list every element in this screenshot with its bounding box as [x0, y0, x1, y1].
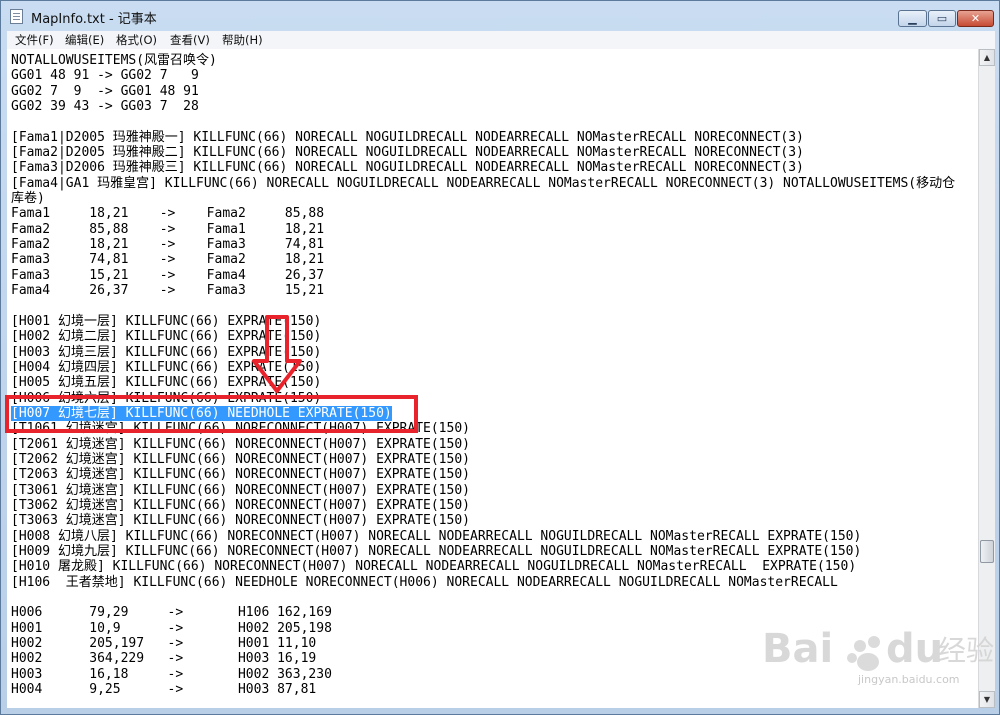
line-text: [T2061 幻境迷宫] KILLFUNC(66) NORECONNECT(H0…: [11, 436, 470, 452]
text-line: Fama3 15,21 -> Fama4 26,37: [11, 268, 955, 283]
maximize-button[interactable]: ▭: [928, 10, 956, 27]
text-line: Fama2 18,21 -> Fama3 74,81: [11, 237, 955, 252]
text-line: [T3062 幻境迷宫] KILLFUNC(66) NORECONNECT(H0…: [11, 498, 955, 513]
text-editor-area[interactable]: NOTALLOWUSEITEMS(风雷召唤令) GG01 48 91 -> GG0…: [7, 49, 978, 708]
text-line: [Fama2|D2005 玛雅神殿二] KILLFUNC(66) NORECAL…: [11, 145, 955, 160]
text-line: Fama1 18,21 -> Fama2 85,88: [11, 206, 955, 221]
line-text: [T3062 幻境迷宫] KILLFUNC(66) NORECONNECT(H0…: [11, 497, 470, 513]
text-line: NOTALLOWUSEITEMS(风雷召唤令): [11, 53, 955, 68]
line-text: [T3061 幻境迷宫] KILLFUNC(66) NORECONNECT(H0…: [11, 482, 470, 498]
text-line: [Fama4|GA1 玛雅皇宫] KILLFUNC(66) NORECALL N…: [11, 176, 955, 191]
line-text: H002 205,197 -> H001 11,10: [11, 636, 317, 652]
line-text: [Fama1|D2005 玛雅神殿一] KILLFUNC(66) NORECAL…: [11, 129, 804, 145]
line-text: Fama1 18,21 -> Fama2 85,88: [11, 206, 325, 222]
text-line: GG02 39 43 -> GG03 7 28: [11, 99, 955, 114]
svg-text:经验: 经验: [938, 634, 994, 667]
line-text: H002 364,229 -> H003 16,19: [11, 651, 317, 667]
line-text: [H010 屠龙殿] KILLFUNC(66) NORECONNECT(H007…: [11, 559, 857, 575]
text-line: [11, 114, 955, 129]
line-text: GG02 7 9 -> GG01 48 91: [11, 83, 199, 99]
line-text: [Fama2|D2005 玛雅神殿二] KILLFUNC(66) NORECAL…: [11, 145, 804, 161]
line-text: Fama4 26,37 -> Fama3 15,21: [11, 283, 325, 299]
text-line: [H009 幻境九层] KILLFUNC(66) NORECONNECT(H00…: [11, 544, 955, 559]
line-text: [T2063 幻境迷宫] KILLFUNC(66) NORECONNECT(H0…: [11, 467, 470, 483]
line-text: GG01 48 91 -> GG02 7 9: [11, 68, 199, 84]
scroll-thumb[interactable]: [980, 540, 994, 563]
text-line: [H010 屠龙殿] KILLFUNC(66) NORECONNECT(H007…: [11, 559, 955, 574]
text-line: [T2063 幻境迷宫] KILLFUNC(66) NORECONNECT(H0…: [11, 467, 955, 482]
title-bar[interactable]: MapInfo.txt - 记事本 ▁ ▭ ✕: [1, 1, 1000, 31]
menu-file[interactable]: 文件(F): [15, 32, 54, 48]
svg-text:Bai: Bai: [762, 626, 833, 672]
vertical-scrollbar[interactable]: ▲ ▼: [978, 49, 995, 708]
line-text: [T2062 幻境迷宫] KILLFUNC(66) NORECONNECT(H0…: [11, 451, 470, 467]
text-content: NOTALLOWUSEITEMS(风雷召唤令) GG01 48 91 -> GG0…: [11, 53, 955, 697]
text-line: [11, 299, 955, 314]
line-text: GG02 39 43 -> GG03 7 28: [11, 99, 199, 115]
line-text: [Fama4|GA1 玛雅皇宫] KILLFUNC(66) NORECALL N…: [11, 175, 956, 191]
notepad-window: MapInfo.txt - 记事本 ▁ ▭ ✕ 文件(F) 编辑(E) 格式(O…: [0, 0, 1000, 715]
text-line: Fama3 74,81 -> Fama2 18,21: [11, 252, 955, 267]
highlight-box-annotation: [5, 395, 418, 433]
line-text: [H106 王者禁地] KILLFUNC(66) NEEDHOLE NORECO…: [11, 574, 838, 590]
line-text: NOTALLOWUSEITEMS(风雷召唤令): [11, 53, 217, 68]
line-text: Fama3 15,21 -> Fama4 26,37: [11, 267, 325, 283]
menu-format[interactable]: 格式(O): [116, 32, 157, 48]
text-line: [T3063 幻境迷宫] KILLFUNC(66) NORECONNECT(H0…: [11, 513, 955, 528]
line-text: H006 79,29 -> H106 162,169: [11, 605, 332, 621]
watermark-url: jingyan.baidu.com: [858, 673, 960, 686]
line-text: H004 9,25 -> H003 87,81: [11, 682, 317, 698]
close-button[interactable]: ✕: [957, 10, 994, 27]
text-line: 库卷): [11, 191, 955, 206]
text-line: GG01 48 91 -> GG02 7 9: [11, 68, 955, 83]
line-text: [T3063 幻境迷宫] KILLFUNC(66) NORECONNECT(H0…: [11, 513, 470, 529]
text-line: [H005 幻境五层] KILLFUNC(66) EXPRATE(150): [11, 375, 955, 390]
scroll-up-arrow-icon[interactable]: ▲: [979, 49, 995, 66]
text-line: Fama4 26,37 -> Fama3 15,21: [11, 283, 955, 298]
text-line: H006 79,29 -> H106 162,169: [11, 605, 955, 620]
text-line: [11, 590, 955, 605]
text-line: [H001 幻境一层] KILLFUNC(66) EXPRATE(150): [11, 314, 955, 329]
text-line: [T2062 幻境迷宫] KILLFUNC(66) NORECONNECT(H0…: [11, 452, 955, 467]
text-line: [H002 幻境二层] KILLFUNC(66) EXPRATE(150): [11, 329, 955, 344]
menu-edit[interactable]: 编辑(E): [65, 32, 104, 48]
text-line: [H008 幻境八层] KILLFUNC(66) NORECONNECT(H00…: [11, 529, 955, 544]
notepad-icon: [10, 9, 23, 24]
window-title: MapInfo.txt - 记事本: [31, 12, 157, 27]
text-line: [T3061 幻境迷宫] KILLFUNC(66) NORECONNECT(H0…: [11, 483, 955, 498]
line-text: Fama3 74,81 -> Fama2 18,21: [11, 252, 325, 268]
menu-help[interactable]: 帮助(H): [222, 32, 263, 48]
line-text: [H009 幻境九层] KILLFUNC(66) NORECONNECT(H00…: [11, 544, 862, 559]
text-line: [H003 幻境三层] KILLFUNC(66) EXPRATE(150): [11, 345, 955, 360]
text-line: GG02 7 9 -> GG01 48 91: [11, 84, 955, 99]
down-arrow-annotation-icon: [252, 315, 302, 393]
minimize-button[interactable]: ▁: [898, 10, 927, 27]
text-line: [Fama3|D2006 玛雅神殿三] KILLFUNC(66) NORECAL…: [11, 160, 955, 175]
line-text: Fama2 18,21 -> Fama3 74,81: [11, 237, 325, 253]
svg-text:du: du: [886, 626, 943, 672]
text-line: [H106 王者禁地] KILLFUNC(66) NEEDHOLE NORECO…: [11, 575, 955, 590]
text-line: [H004 幻境四层] KILLFUNC(66) EXPRATE(150): [11, 360, 955, 375]
line-text: [Fama3|D2006 玛雅神殿三] KILLFUNC(66) NORECAL…: [11, 160, 804, 176]
line-text: [H008 幻境八层] KILLFUNC(66) NORECONNECT(H00…: [11, 528, 862, 544]
menu-view[interactable]: 查看(V): [170, 32, 210, 48]
line-text: Fama2 85,88 -> Fama1 18,21: [11, 221, 325, 237]
line-text: H003 16,18 -> H002 363,230: [11, 666, 332, 682]
menu-bar: 文件(F) 编辑(E) 格式(O) 查看(V) 帮助(H): [7, 31, 995, 50]
line-text: H001 10,9 -> H002 205,198: [11, 620, 332, 636]
text-line: [T2061 幻境迷宫] KILLFUNC(66) NORECONNECT(H0…: [11, 437, 955, 452]
text-line: [Fama1|D2005 玛雅神殿一] KILLFUNC(66) NORECAL…: [11, 130, 955, 145]
line-text: 库卷): [11, 191, 45, 207]
text-line: Fama2 85,88 -> Fama1 18,21: [11, 222, 955, 237]
